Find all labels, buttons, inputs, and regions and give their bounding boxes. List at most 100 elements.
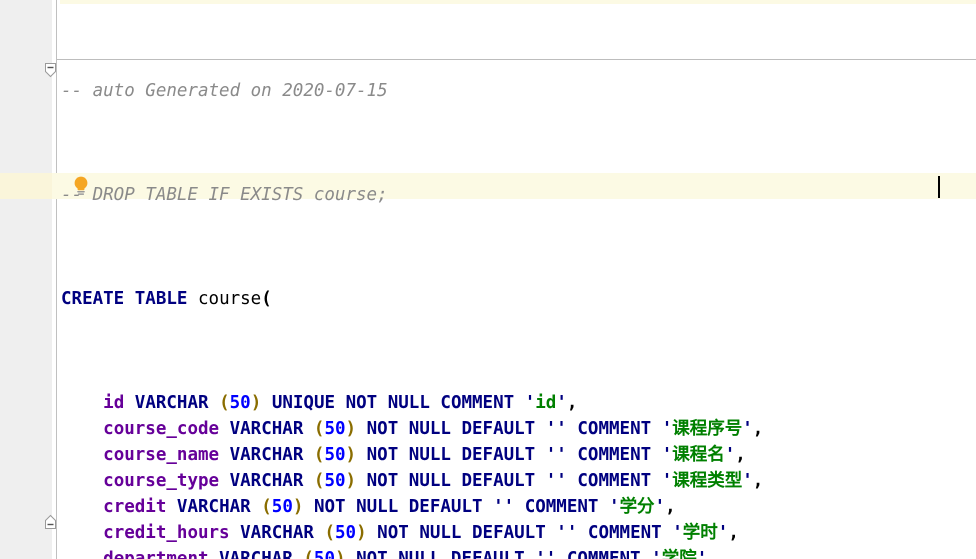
sql-code-editor[interactable]: -- auto Generated on 2020-07-15 -- DROP … [0,0,976,559]
column-type: VARCHAR [176,497,251,517]
column-name: id [103,393,125,413]
keyword-comment: COMMENT [524,497,599,517]
column-size: 50 [335,523,357,543]
column-size: 50 [229,393,251,413]
code-line-column-definition[interactable]: course_name VARCHAR (50) NOT NULL DEFAUL… [61,442,763,468]
column-type: VARCHAR [229,419,304,439]
trailing-comma: , [752,471,764,491]
column-name: course_type [103,471,220,491]
close-paren: ) [345,445,357,465]
open-paren: ( [303,549,314,559]
fold-collapse-end-icon[interactable] [45,514,56,529]
trailing-comma: , [752,419,764,439]
column-constraints: UNIQUE NOT NULL [271,393,430,413]
default-value: '' [535,549,557,559]
default-value: '' [545,419,567,439]
keyword-create: CREATE [61,289,125,309]
code-content[interactable]: -- auto Generated on 2020-07-15 -- DROP … [61,0,763,559]
current-line-gutter-highlight [0,173,52,199]
column-size: 50 [271,497,293,517]
keyword-table: TABLE [134,289,188,309]
column-comment-text: id [535,393,557,413]
column-constraints: NOT NULL DEFAULT [366,419,536,439]
column-type: VARCHAR [240,523,314,543]
column-size: 50 [324,419,346,439]
close-paren: ) [250,393,262,413]
code-line[interactable]: -- auto Generated on 2020-07-15 [61,78,763,104]
code-line-column-definition[interactable]: credit_hours VARCHAR (50) NOT NULL DEFAU… [61,520,763,546]
keyword-comment: COMMENT [566,549,641,559]
column-comment-text: 学时 [682,523,718,543]
table-name: course [198,289,262,309]
keyword-comment: COMMENT [587,523,662,543]
column-type: VARCHAR [134,393,209,413]
column-comment-text: 课程名 [672,445,725,465]
sql-comment: -- auto Generated on 2020-07-15 [61,81,388,101]
column-name: credit [103,497,167,517]
column-comment-text: 课程序号 [672,419,743,439]
code-line-column-definition[interactable]: id VARCHAR (50) UNIQUE NOT NULL COMMENT … [61,390,763,416]
code-line[interactable]: -- DROP TABLE IF EXISTS course; [61,182,763,208]
column-name: course_code [103,419,220,439]
trailing-comma: , [665,497,676,517]
trailing-comma: , [566,393,578,413]
column-size: 50 [324,445,346,465]
default-value: '' [545,445,567,465]
close-paren: ) [345,471,357,491]
code-line-column-definition[interactable]: department VARCHAR (50) NOT NULL DEFAULT… [61,546,763,559]
trailing-comma: , [728,523,739,543]
code-line-column-definition[interactable]: course_code VARCHAR (50) NOT NULL DEFAUL… [61,416,763,442]
column-size: 50 [324,471,346,491]
column-comment-text: 课程类型 [672,471,743,491]
close-paren: ) [356,523,367,543]
code-line-column-definition[interactable]: course_type VARCHAR (50) NOT NULL DEFAUL… [61,468,763,494]
text-caret [938,176,940,198]
column-type: VARCHAR [229,471,304,491]
trailing-comma: , [707,549,718,559]
open-paren: ( [261,289,272,309]
column-type: VARCHAR [219,549,293,559]
column-name: credit_hours [103,523,230,543]
column-constraints: NOT NULL DEFAULT [366,445,536,465]
column-type: VARCHAR [229,445,304,465]
open-paren: ( [313,419,325,439]
keyword-comment: COMMENT [577,419,652,439]
keyword-comment: COMMENT [577,471,652,491]
column-constraints: NOT NULL DEFAULT [377,523,546,543]
column-definition-list: id VARCHAR (50) UNIQUE NOT NULL COMMENT … [61,390,763,559]
keyword-comment: COMMENT [440,393,515,413]
fold-collapse-icon[interactable] [45,63,56,78]
default-value: '' [493,497,515,517]
trailing-comma: , [735,445,746,465]
folding-region-line [56,0,57,559]
open-paren: ( [261,497,272,517]
column-size: 50 [313,549,335,559]
open-paren: ( [313,471,325,491]
keyword-comment: COMMENT [577,445,652,465]
code-line-create-table[interactable]: CREATE TABLE course( [61,286,763,312]
close-paren: ) [335,549,346,559]
column-constraints: NOT NULL DEFAULT [366,471,536,491]
sql-comment: -- DROP TABLE IF EXISTS course; [61,185,388,205]
line-number-gutter[interactable] [0,0,52,559]
close-paren: ) [345,419,357,439]
close-paren: ) [292,497,304,517]
column-comment-text: 学分 [619,497,655,517]
column-name: department [103,549,209,559]
code-line-column-definition[interactable]: credit VARCHAR (50) NOT NULL DEFAULT '' … [61,494,763,520]
column-constraints: NOT NULL DEFAULT [356,549,525,559]
intention-bulb-icon[interactable] [71,175,91,197]
open-paren: ( [313,445,325,465]
default-value: '' [556,523,578,543]
column-name: course_name [103,445,220,465]
column-comment-text: 学院 [661,549,697,559]
column-constraints: NOT NULL DEFAULT [313,497,483,517]
default-value: '' [545,471,567,491]
